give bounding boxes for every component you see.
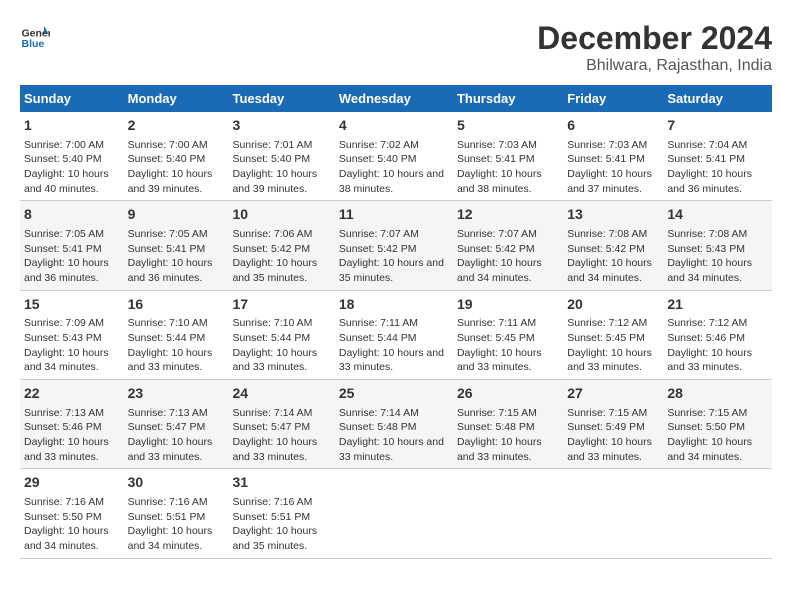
day-number: 27 [567, 384, 659, 404]
day-header-friday: Friday [563, 85, 663, 112]
day-number: 12 [457, 205, 559, 225]
day-cell [663, 469, 772, 558]
logo: General Blue General Blue [20, 20, 50, 50]
svg-text:Blue: Blue [22, 38, 45, 50]
day-number: 19 [457, 295, 559, 315]
day-number: 17 [232, 295, 330, 315]
day-header-tuesday: Tuesday [228, 85, 334, 112]
day-number: 10 [232, 205, 330, 225]
day-cell: 9Sunrise: 7:05 AMSunset: 5:41 PMDaylight… [124, 201, 229, 290]
day-header-saturday: Saturday [663, 85, 772, 112]
day-number: 13 [567, 205, 659, 225]
day-number: 11 [339, 205, 449, 225]
week-row-3: 15Sunrise: 7:09 AMSunset: 5:43 PMDayligh… [20, 290, 772, 379]
day-number: 7 [667, 116, 768, 136]
header-row: SundayMondayTuesdayWednesdayThursdayFrid… [20, 85, 772, 112]
day-cell: 4Sunrise: 7:02 AMSunset: 5:40 PMDaylight… [335, 112, 453, 201]
page-header: General Blue General Blue December 2024 … [20, 20, 772, 75]
day-cell: 3Sunrise: 7:01 AMSunset: 5:40 PMDaylight… [228, 112, 334, 201]
day-number: 23 [128, 384, 225, 404]
day-cell: 7Sunrise: 7:04 AMSunset: 5:41 PMDaylight… [663, 112, 772, 201]
week-row-4: 22Sunrise: 7:13 AMSunset: 5:46 PMDayligh… [20, 380, 772, 469]
day-header-thursday: Thursday [453, 85, 563, 112]
day-number: 2 [128, 116, 225, 136]
day-cell: 27Sunrise: 7:15 AMSunset: 5:49 PMDayligh… [563, 380, 663, 469]
day-cell: 15Sunrise: 7:09 AMSunset: 5:43 PMDayligh… [20, 290, 124, 379]
day-number: 16 [128, 295, 225, 315]
day-cell: 16Sunrise: 7:10 AMSunset: 5:44 PMDayligh… [124, 290, 229, 379]
day-cell: 20Sunrise: 7:12 AMSunset: 5:45 PMDayligh… [563, 290, 663, 379]
day-number: 9 [128, 205, 225, 225]
day-cell: 1Sunrise: 7:00 AMSunset: 5:40 PMDaylight… [20, 112, 124, 201]
day-cell [335, 469, 453, 558]
day-cell: 11Sunrise: 7:07 AMSunset: 5:42 PMDayligh… [335, 201, 453, 290]
day-number: 5 [457, 116, 559, 136]
day-number: 15 [24, 295, 120, 315]
day-cell: 25Sunrise: 7:14 AMSunset: 5:48 PMDayligh… [335, 380, 453, 469]
day-number: 14 [667, 205, 768, 225]
day-cell: 2Sunrise: 7:00 AMSunset: 5:40 PMDaylight… [124, 112, 229, 201]
title-section: December 2024 Bhilwara, Rajasthan, India [537, 20, 772, 75]
day-cell: 19Sunrise: 7:11 AMSunset: 5:45 PMDayligh… [453, 290, 563, 379]
week-row-2: 8Sunrise: 7:05 AMSunset: 5:41 PMDaylight… [20, 201, 772, 290]
subtitle: Bhilwara, Rajasthan, India [537, 57, 772, 75]
day-cell: 23Sunrise: 7:13 AMSunset: 5:47 PMDayligh… [124, 380, 229, 469]
day-cell: 26Sunrise: 7:15 AMSunset: 5:48 PMDayligh… [453, 380, 563, 469]
day-number: 29 [24, 473, 120, 493]
day-number: 4 [339, 116, 449, 136]
day-cell: 30Sunrise: 7:16 AMSunset: 5:51 PMDayligh… [124, 469, 229, 558]
day-number: 8 [24, 205, 120, 225]
day-cell: 8Sunrise: 7:05 AMSunset: 5:41 PMDaylight… [20, 201, 124, 290]
day-number: 1 [24, 116, 120, 136]
calendar-table: SundayMondayTuesdayWednesdayThursdayFrid… [20, 85, 772, 559]
day-number: 6 [567, 116, 659, 136]
day-cell: 21Sunrise: 7:12 AMSunset: 5:46 PMDayligh… [663, 290, 772, 379]
day-cell [563, 469, 663, 558]
day-cell: 5Sunrise: 7:03 AMSunset: 5:41 PMDaylight… [453, 112, 563, 201]
day-number: 22 [24, 384, 120, 404]
day-number: 25 [339, 384, 449, 404]
day-cell: 22Sunrise: 7:13 AMSunset: 5:46 PMDayligh… [20, 380, 124, 469]
day-header-monday: Monday [124, 85, 229, 112]
day-cell: 31Sunrise: 7:16 AMSunset: 5:51 PMDayligh… [228, 469, 334, 558]
day-cell [453, 469, 563, 558]
day-number: 24 [232, 384, 330, 404]
day-cell: 6Sunrise: 7:03 AMSunset: 5:41 PMDaylight… [563, 112, 663, 201]
day-cell: 24Sunrise: 7:14 AMSunset: 5:47 PMDayligh… [228, 380, 334, 469]
day-header-wednesday: Wednesday [335, 85, 453, 112]
day-cell: 29Sunrise: 7:16 AMSunset: 5:50 PMDayligh… [20, 469, 124, 558]
day-number: 26 [457, 384, 559, 404]
day-cell: 10Sunrise: 7:06 AMSunset: 5:42 PMDayligh… [228, 201, 334, 290]
day-number: 21 [667, 295, 768, 315]
day-number: 3 [232, 116, 330, 136]
day-cell: 12Sunrise: 7:07 AMSunset: 5:42 PMDayligh… [453, 201, 563, 290]
day-header-sunday: Sunday [20, 85, 124, 112]
day-number: 18 [339, 295, 449, 315]
day-cell: 28Sunrise: 7:15 AMSunset: 5:50 PMDayligh… [663, 380, 772, 469]
day-number: 20 [567, 295, 659, 315]
day-cell: 13Sunrise: 7:08 AMSunset: 5:42 PMDayligh… [563, 201, 663, 290]
day-number: 30 [128, 473, 225, 493]
week-row-5: 29Sunrise: 7:16 AMSunset: 5:50 PMDayligh… [20, 469, 772, 558]
day-cell: 14Sunrise: 7:08 AMSunset: 5:43 PMDayligh… [663, 201, 772, 290]
day-cell: 17Sunrise: 7:10 AMSunset: 5:44 PMDayligh… [228, 290, 334, 379]
logo-icon: General Blue [20, 20, 50, 50]
day-number: 31 [232, 473, 330, 493]
week-row-1: 1Sunrise: 7:00 AMSunset: 5:40 PMDaylight… [20, 112, 772, 201]
day-number: 28 [667, 384, 768, 404]
day-cell: 18Sunrise: 7:11 AMSunset: 5:44 PMDayligh… [335, 290, 453, 379]
main-title: December 2024 [537, 20, 772, 57]
